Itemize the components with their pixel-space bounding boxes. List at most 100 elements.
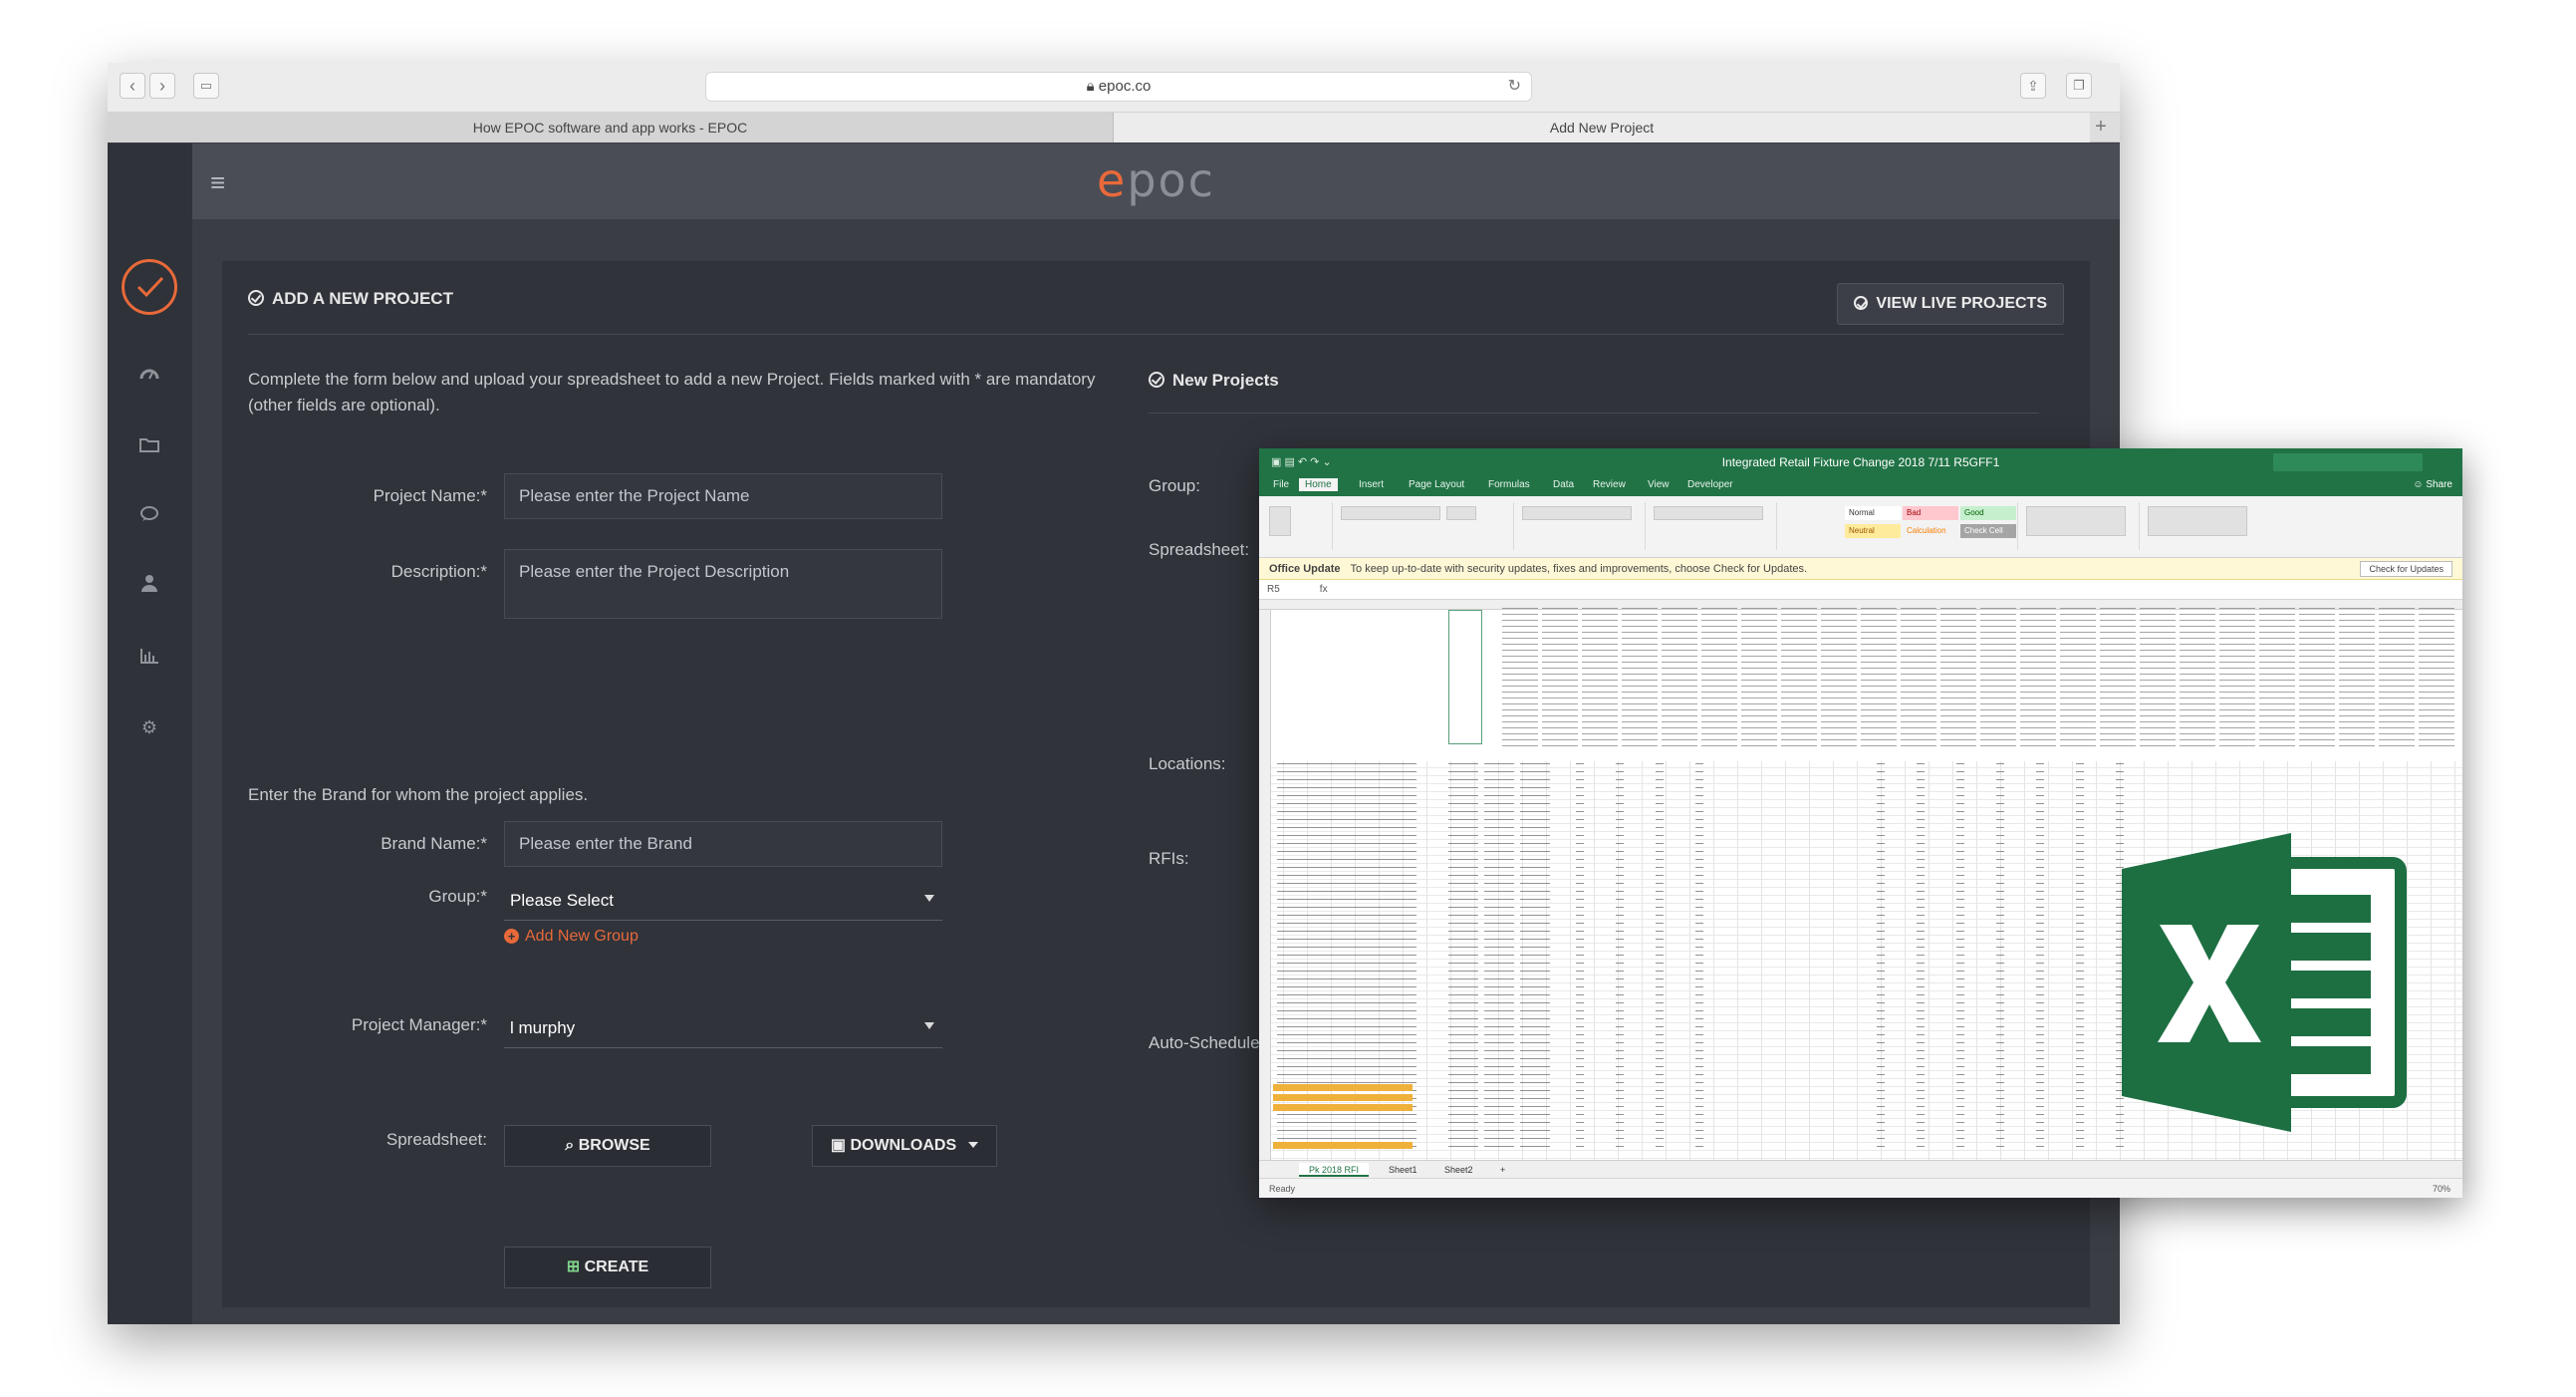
group-select[interactable]: Please Select [504,881,942,921]
dashboard-icon[interactable] [137,365,161,389]
font-size-select[interactable] [1446,506,1476,520]
ribbon-tab-view[interactable]: View [1648,479,1670,490]
ribbon-tab-home[interactable]: Home [1299,478,1338,491]
style-good[interactable]: Good [1960,506,2016,520]
formula-bar[interactable]: R5 fx [1259,580,2462,600]
ribbon-tab-developer[interactable]: Developer [1687,479,1733,490]
name-box[interactable]: R5 [1267,584,1280,595]
create-button[interactable]: ⊞ CREATE [504,1247,711,1288]
ribbon-tab-review[interactable]: Review [1593,479,1626,490]
sheet-tab-sheet1[interactable]: Sheet1 [1379,1163,1427,1177]
style-check-cell[interactable]: Check Cell [1960,524,2016,538]
reload-icon[interactable]: ↻ [1508,73,1521,101]
settings-icon[interactable]: ⚙ [137,715,161,739]
chevron-down-icon [924,895,934,902]
header-cell [2100,608,2136,751]
excel-search-box[interactable] [2273,453,2423,471]
app-header: ≡ epoc [192,143,2120,219]
project-manager-select[interactable]: l murphy [504,1008,942,1048]
header-cell [2020,608,2056,751]
selected-cell[interactable] [1448,610,1482,744]
chart-icon[interactable] [137,646,161,670]
ribbon-tab-file[interactable]: File [1273,479,1289,490]
description-input[interactable]: Please enter the Project Description [504,549,942,619]
address-bar[interactable]: 🔒︎ epoc.co ↻ [705,72,1532,102]
ribbon-tab-formulas[interactable]: Formulas [1488,479,1530,490]
project-name-input[interactable]: Please enter the Project Name [504,473,942,519]
sheet-tab-rfi[interactable]: Pk 2018 RFI [1299,1163,1370,1177]
highlighted-row[interactable] [1273,1142,1413,1149]
back-icon[interactable]: ‹ [120,73,145,99]
browser-tab-epoc-info[interactable]: How EPOC software and app works - EPOC [108,113,1114,142]
chat-icon[interactable] [137,504,161,528]
header-cell [2299,608,2335,751]
data-column [1616,763,1624,1154]
browser-tab-strip: How EPOC software and app works - EPOC A… [108,113,2120,142]
check-updates-button[interactable]: Check for Updates [2360,561,2452,577]
divider [1149,413,2039,414]
number-format-select[interactable] [1654,506,1763,520]
user-icon[interactable] [137,574,161,598]
ribbon-tab-page-layout[interactable]: Page Layout [1409,479,1464,490]
paste-icon[interactable] [1269,506,1291,536]
style-normal[interactable]: Normal [1845,506,1901,520]
highlighted-row[interactable] [1273,1094,1413,1101]
screenshot-stage: ‹ › ▭ 🔒︎ epoc.co ↻ ⇪ ❐ How EPOC software… [0,0,2576,1397]
add-sheet-icon[interactable]: + [1490,1163,1515,1177]
brand-name-input[interactable]: Please enter the Brand [504,821,942,867]
zoom-level[interactable]: 70% [2433,1179,2450,1198]
header-cell [2419,608,2454,751]
cells-group [2020,502,2140,550]
forward-icon[interactable]: › [149,73,175,99]
excel-status-bar: Ready 70% [1259,1178,2462,1198]
epoc-logo[interactable]: epoc [1097,153,1215,207]
add-new-group-link[interactable]: + Add New Group [504,928,639,946]
tabs-overview-icon[interactable]: ❐ [2066,73,2092,99]
np-spreadsheet-label: Spreadsheet: [1149,540,1250,559]
ribbon-tab-data[interactable]: Data [1553,479,1574,490]
browse-button[interactable]: ⌕ BROWSE [504,1125,711,1167]
ribbon-tab-insert[interactable]: Insert [1359,479,1384,490]
check-circle-icon [248,290,264,306]
style-calculation[interactable]: Calculation [1903,524,1958,538]
project-manager-label: Project Manager:* [351,1015,487,1034]
folder-icon[interactable] [137,434,161,458]
highlighted-row[interactable] [1273,1104,1413,1111]
sheet-tab-sheet2[interactable]: Sheet2 [1434,1163,1483,1177]
header-cell [2259,608,2295,751]
insert-delete-format[interactable] [2026,506,2126,536]
header-cell [1781,608,1817,751]
sheet-tab-bar: Pk 2018 RFI Sheet1 Sheet2 + [1259,1160,2462,1178]
brand-name-label: Brand Name:* [381,834,487,853]
new-tab-button[interactable]: + [2088,113,2114,142]
style-bad[interactable]: Bad [1903,506,1958,520]
style-neutral[interactable]: Neutral [1845,524,1901,538]
browser-tab-add-project[interactable]: Add New Project [1114,113,2090,142]
plus-square-icon: ⊞ [566,1258,585,1275]
header-cell [1582,608,1618,751]
data-column [1520,763,1550,1154]
epoc-check-icon[interactable] [122,259,177,315]
panel-title: ADD A NEW PROJECT [248,289,453,309]
header-cell [1741,608,1777,751]
font-group [1335,502,1514,550]
font-name-select[interactable] [1341,506,1440,520]
quick-access-icons[interactable]: ▣ ▤ ↶ ↷ ⌄ [1271,448,1332,476]
menu-icon[interactable]: ≡ [210,167,225,198]
editing-group [2142,502,2261,550]
highlighted-row[interactable] [1273,1084,1413,1091]
share-button[interactable]: ☺ Share [2413,479,2452,490]
sidebar-toggle-icon[interactable]: ▭ [193,73,219,99]
group-label: Group:* [428,887,487,906]
status-text: Ready [1269,1184,1296,1194]
downloads-button[interactable]: ▣ DOWNLOADS [812,1125,997,1167]
share-icon[interactable]: ⇪ [2020,73,2046,99]
sort-find-buttons[interactable] [2148,506,2247,536]
data-column [1484,763,1514,1154]
align-buttons[interactable] [1522,506,1632,520]
header-cell [1701,608,1737,751]
header-cell [2219,608,2255,751]
header-cell [1622,608,1658,751]
header-cell [1502,608,1538,751]
data-column [1996,763,2004,1154]
